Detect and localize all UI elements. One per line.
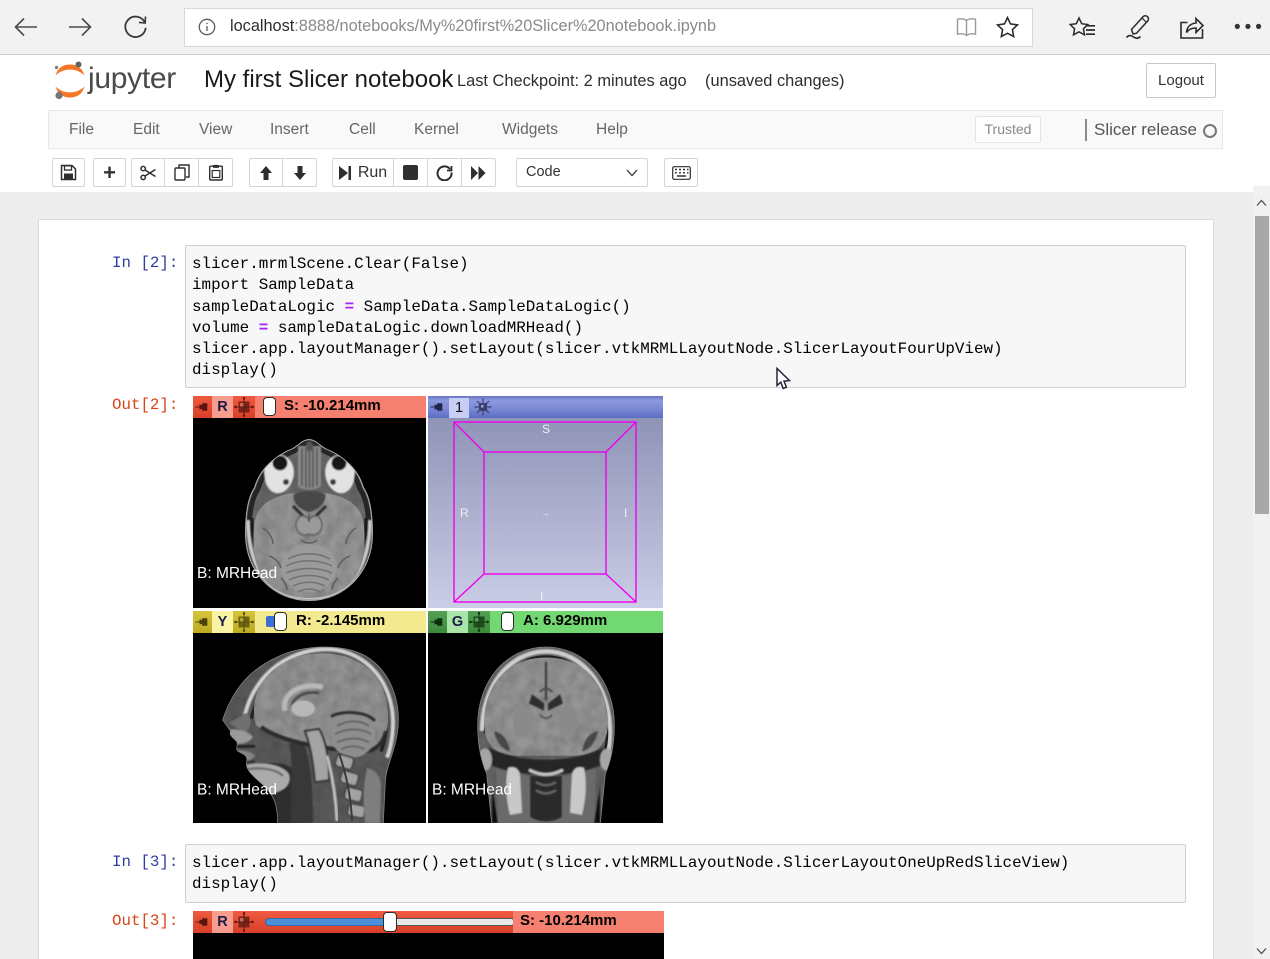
svg-text:R: R xyxy=(460,506,469,520)
svg-text:S: S xyxy=(542,422,550,436)
svg-text:B: MRHead: B: MRHead xyxy=(432,781,512,798)
svg-text:→: → xyxy=(541,508,550,518)
svg-text:I: I xyxy=(624,506,627,520)
svg-text:B: MRHead: B: MRHead xyxy=(197,565,277,582)
svg-text:I: I xyxy=(540,589,543,603)
svg-text:B: MRHead: B: MRHead xyxy=(197,781,277,798)
